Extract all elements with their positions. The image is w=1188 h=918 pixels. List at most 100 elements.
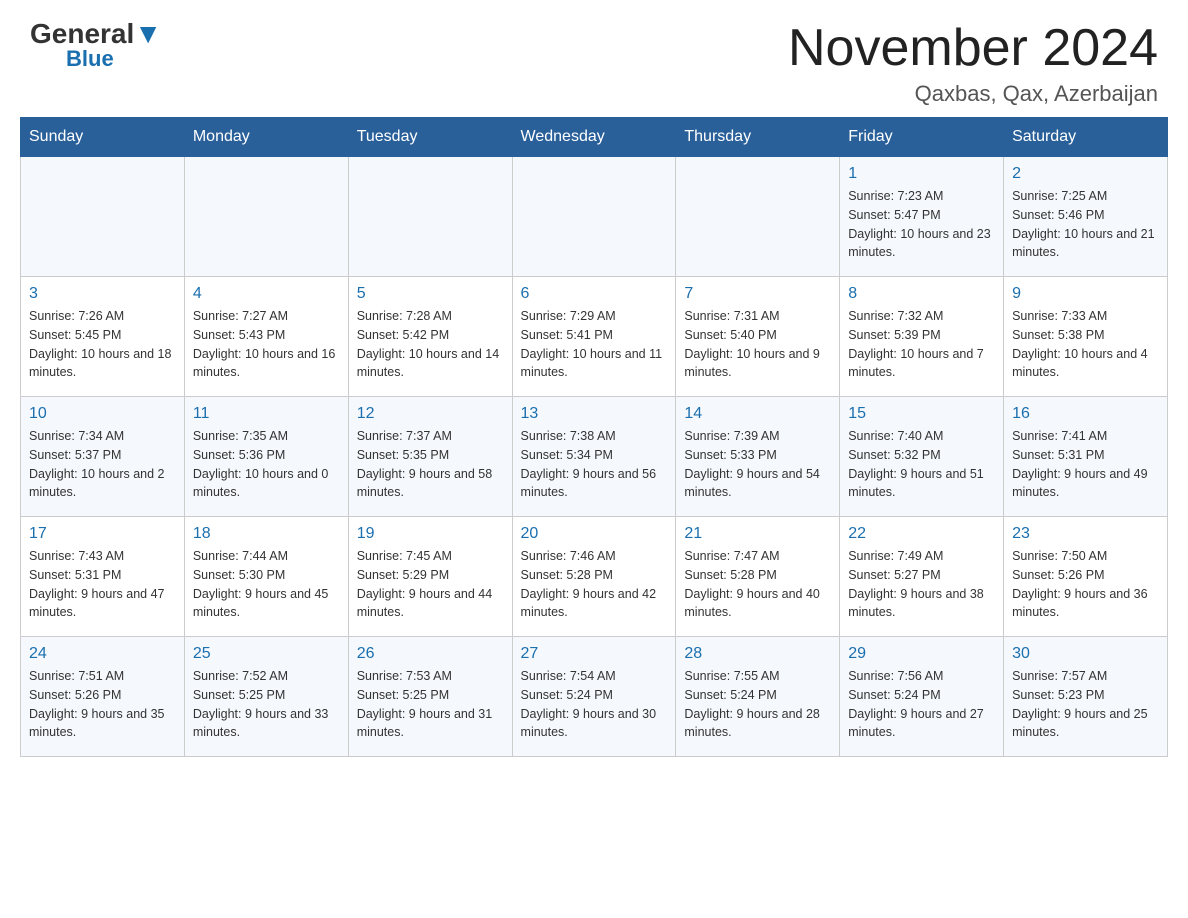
day-number: 11 — [193, 405, 340, 423]
day-number: 24 — [29, 645, 176, 663]
day-number: 23 — [1012, 525, 1159, 543]
day-number: 3 — [29, 285, 176, 303]
day-number: 4 — [193, 285, 340, 303]
calendar-cell: 28Sunrise: 7:55 AMSunset: 5:24 PMDayligh… — [676, 637, 840, 757]
day-info: Sunrise: 7:27 AMSunset: 5:43 PMDaylight:… — [193, 307, 340, 382]
calendar-cell: 16 Sunrise: 7:41 AMSunset: 5:31 PMDayligh… — [1004, 397, 1168, 517]
calendar-cell — [676, 157, 840, 277]
day-number: 20 — [521, 525, 668, 543]
calendar-cell: 19 Sunrise: 7:45 AMSunset: 5:29 PMDayligh… — [348, 517, 512, 637]
day-info: Sunrise: 7:45 AMSunset: 5:29 PMDaylight:… — [357, 547, 504, 622]
day-info: Sunrise: 7:57 AMSunset: 5:23 PMDaylight:… — [1012, 667, 1159, 742]
day-info: Sunrise: 7:33 AMSunset: 5:38 PMDaylight:… — [1012, 307, 1159, 382]
month-title: November 2024 — [788, 20, 1158, 77]
header-wednesday: Wednesday — [512, 118, 676, 157]
calendar-cell: 25Sunrise: 7:52 AMSunset: 5:25 PMDayligh… — [184, 637, 348, 757]
calendar-table: Sunday Monday Tuesday Wednesday Thursday… — [20, 117, 1168, 757]
day-info: Sunrise: 7:50 AMSunset: 5:26 PMDaylight:… — [1012, 547, 1159, 622]
day-number: 1 — [848, 165, 995, 183]
day-number: 17 — [29, 525, 176, 543]
calendar-cell: 18Sunrise: 7:44 AMSunset: 5:30 PMDayligh… — [184, 517, 348, 637]
day-number: 26 — [357, 645, 504, 663]
day-number: 30 — [1012, 645, 1159, 663]
calendar-cell — [512, 157, 676, 277]
day-info: Sunrise: 7:34 AMSunset: 5:37 PMDaylight:… — [29, 427, 176, 502]
logo-triangle-icon: ▼ — [134, 18, 162, 49]
calendar-cell: 13 Sunrise: 7:38 AMSunset: 5:34 PMDayligh… — [512, 397, 676, 517]
day-number: 19 — [357, 525, 504, 543]
calendar-cell: 10 Sunrise: 7:34 AMSunset: 5:37 PMDayligh… — [21, 397, 185, 517]
day-number: 27 — [521, 645, 668, 663]
day-number: 22 — [848, 525, 995, 543]
page-header: General▼ Blue November 2024 Qaxbas, Qax,… — [0, 0, 1188, 117]
calendar-week-1: 1 Sunrise: 7:23 AMSunset: 5:47 PMDaylight… — [21, 157, 1168, 277]
day-number: 29 — [848, 645, 995, 663]
calendar-cell: 2Sunrise: 7:25 AMSunset: 5:46 PMDaylight… — [1004, 157, 1168, 277]
day-info: Sunrise: 7:35 AMSunset: 5:36 PMDaylight:… — [193, 427, 340, 502]
calendar-cell: 11 Sunrise: 7:35 AMSunset: 5:36 PMDayligh… — [184, 397, 348, 517]
day-info: Sunrise: 7:56 AMSunset: 5:24 PMDaylight:… — [848, 667, 995, 742]
calendar-cell: 7 Sunrise: 7:31 AMSunset: 5:40 PMDaylight… — [676, 277, 840, 397]
calendar-cell: 24 Sunrise: 7:51 AMSunset: 5:26 PMDayligh… — [21, 637, 185, 757]
calendar-container: Sunday Monday Tuesday Wednesday Thursday… — [0, 117, 1188, 777]
calendar-cell: 20 Sunrise: 7:46 AMSunset: 5:28 PMDayligh… — [512, 517, 676, 637]
weekday-header-row: Sunday Monday Tuesday Wednesday Thursday… — [21, 118, 1168, 157]
calendar-week-5: 24 Sunrise: 7:51 AMSunset: 5:26 PMDayligh… — [21, 637, 1168, 757]
day-info: Sunrise: 7:41 AMSunset: 5:31 PMDaylight:… — [1012, 427, 1159, 502]
calendar-cell: 1 Sunrise: 7:23 AMSunset: 5:47 PMDaylight… — [840, 157, 1004, 277]
calendar-cell: 23 Sunrise: 7:50 AMSunset: 5:26 PMDayligh… — [1004, 517, 1168, 637]
header-saturday: Saturday — [1004, 118, 1168, 157]
day-info: Sunrise: 7:37 AMSunset: 5:35 PMDaylight:… — [357, 427, 504, 502]
day-info: Sunrise: 7:47 AMSunset: 5:28 PMDaylight:… — [684, 547, 831, 622]
day-info: Sunrise: 7:29 AMSunset: 5:41 PMDaylight:… — [521, 307, 668, 382]
logo-general-text: General▼ — [30, 20, 162, 48]
day-info: Sunrise: 7:53 AMSunset: 5:25 PMDaylight:… — [357, 667, 504, 742]
day-info: Sunrise: 7:40 AMSunset: 5:32 PMDaylight:… — [848, 427, 995, 502]
calendar-cell: 17 Sunrise: 7:43 AMSunset: 5:31 PMDayligh… — [21, 517, 185, 637]
day-info: Sunrise: 7:43 AMSunset: 5:31 PMDaylight:… — [29, 547, 176, 622]
day-info: Sunrise: 7:23 AMSunset: 5:47 PMDaylight:… — [848, 187, 995, 262]
logo-blue-text: Blue — [66, 48, 114, 70]
day-info: Sunrise: 7:31 AMSunset: 5:40 PMDaylight:… — [684, 307, 831, 382]
header-tuesday: Tuesday — [348, 118, 512, 157]
day-number: 21 — [684, 525, 831, 543]
calendar-cell: 8 Sunrise: 7:32 AMSunset: 5:39 PMDaylight… — [840, 277, 1004, 397]
day-info: Sunrise: 7:32 AMSunset: 5:39 PMDaylight:… — [848, 307, 995, 382]
logo: General▼ Blue — [30, 20, 162, 70]
day-number: 9 — [1012, 285, 1159, 303]
day-info: Sunrise: 7:52 AMSunset: 5:25 PMDaylight:… — [193, 667, 340, 742]
calendar-cell: 3 Sunrise: 7:26 AMSunset: 5:45 PMDaylight… — [21, 277, 185, 397]
day-number: 13 — [521, 405, 668, 423]
calendar-cell: 14 Sunrise: 7:39 AMSunset: 5:33 PMDayligh… — [676, 397, 840, 517]
calendar-cell: 21 Sunrise: 7:47 AMSunset: 5:28 PMDayligh… — [676, 517, 840, 637]
day-info: Sunrise: 7:38 AMSunset: 5:34 PMDaylight:… — [521, 427, 668, 502]
day-number: 18 — [193, 525, 340, 543]
day-number: 10 — [29, 405, 176, 423]
day-number: 15 — [848, 405, 995, 423]
day-info: Sunrise: 7:28 AMSunset: 5:42 PMDaylight:… — [357, 307, 504, 382]
calendar-week-3: 10 Sunrise: 7:34 AMSunset: 5:37 PMDayligh… — [21, 397, 1168, 517]
header-sunday: Sunday — [21, 118, 185, 157]
day-info: Sunrise: 7:39 AMSunset: 5:33 PMDaylight:… — [684, 427, 831, 502]
day-number: 7 — [684, 285, 831, 303]
day-info: Sunrise: 7:26 AMSunset: 5:45 PMDaylight:… — [29, 307, 176, 382]
title-block: November 2024 Qaxbas, Qax, Azerbaijan — [788, 20, 1158, 107]
calendar-cell: 6Sunrise: 7:29 AMSunset: 5:41 PMDaylight… — [512, 277, 676, 397]
calendar-cell: 30 Sunrise: 7:57 AMSunset: 5:23 PMDayligh… — [1004, 637, 1168, 757]
day-number: 28 — [684, 645, 831, 663]
day-info: Sunrise: 7:51 AMSunset: 5:26 PMDaylight:… — [29, 667, 176, 742]
day-number: 16 — [1012, 405, 1159, 423]
day-info: Sunrise: 7:49 AMSunset: 5:27 PMDaylight:… — [848, 547, 995, 622]
calendar-cell: 29 Sunrise: 7:56 AMSunset: 5:24 PMDayligh… — [840, 637, 1004, 757]
day-info: Sunrise: 7:46 AMSunset: 5:28 PMDaylight:… — [521, 547, 668, 622]
location-text: Qaxbas, Qax, Azerbaijan — [788, 81, 1158, 107]
day-number: 5 — [357, 285, 504, 303]
header-thursday: Thursday — [676, 118, 840, 157]
day-number: 8 — [848, 285, 995, 303]
calendar-cell — [348, 157, 512, 277]
header-monday: Monday — [184, 118, 348, 157]
calendar-cell: 4 Sunrise: 7:27 AMSunset: 5:43 PMDaylight… — [184, 277, 348, 397]
calendar-cell — [21, 157, 185, 277]
calendar-week-2: 3 Sunrise: 7:26 AMSunset: 5:45 PMDaylight… — [21, 277, 1168, 397]
day-number: 14 — [684, 405, 831, 423]
